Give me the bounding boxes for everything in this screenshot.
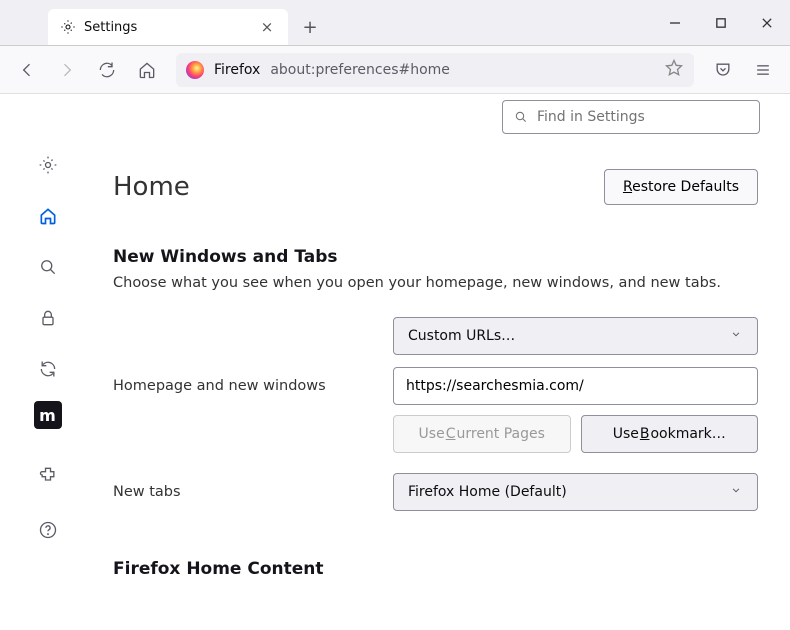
pocket-button[interactable] [706,53,740,87]
close-icon[interactable]: × [258,18,276,36]
newtabs-select-value: Firefox Home (Default) [408,484,567,500]
url-prefix: Firefox [214,62,260,78]
gear-icon [60,19,76,35]
forward-button[interactable] [50,53,84,87]
tab-settings[interactable]: Settings × [48,9,288,45]
homepage-select-value: Custom URLs… [408,328,515,344]
settings-sidebar: m [0,94,95,630]
section-description: Choose what you see when you open your h… [113,275,758,291]
homepage-select[interactable]: Custom URLs… [393,317,758,355]
settings-main: Find in Settings Home Restore Defaults N… [95,94,790,630]
navigation-toolbar: Firefox about:preferences#home [0,46,790,94]
home-button[interactable] [130,53,164,87]
bookmark-star-icon[interactable] [664,58,684,82]
sidebar-item-extensions[interactable] [29,456,67,494]
minimize-button[interactable] [652,0,698,46]
tab-title: Settings [84,20,250,35]
section-heading: New Windows and Tabs [113,247,758,267]
window-controls [652,0,790,46]
sidebar-item-search[interactable] [29,248,67,286]
url-address: about:preferences#home [270,62,450,78]
newtabs-label: New tabs [113,484,393,500]
reload-button[interactable] [90,53,124,87]
url-bar[interactable]: Firefox about:preferences#home [176,53,694,87]
back-button[interactable] [10,53,44,87]
use-current-pages-button[interactable]: Use Current Pages [393,415,571,453]
sidebar-item-general[interactable] [29,146,67,184]
search-placeholder: Find in Settings [537,109,645,125]
use-bookmark-button[interactable]: Use Bookmark… [581,415,759,453]
page-title: Home [113,172,190,202]
sidebar-item-more[interactable]: m [34,401,62,429]
firefox-icon [186,61,204,79]
sidebar-item-home[interactable] [29,197,67,235]
homepage-url-input[interactable] [393,367,758,405]
section-heading-home-content: Firefox Home Content [113,559,758,579]
tab-strip: Settings × + [0,0,790,46]
chevron-down-icon [729,327,743,345]
chevron-down-icon [729,483,743,501]
restore-defaults-button[interactable]: Restore Defaults [604,169,758,205]
homepage-label: Homepage and new windows [113,378,393,394]
search-input[interactable]: Find in Settings [502,100,760,134]
sidebar-item-sync[interactable] [29,350,67,388]
close-window-button[interactable] [744,0,790,46]
new-tab-button[interactable]: + [294,11,326,43]
newtabs-select[interactable]: Firefox Home (Default) [393,473,758,511]
sidebar-item-privacy[interactable] [29,299,67,337]
content-area: m Find in Settings Home Restore Defaults… [0,94,790,630]
sidebar-item-help[interactable] [29,511,67,549]
maximize-button[interactable] [698,0,744,46]
app-menu-button[interactable] [746,53,780,87]
